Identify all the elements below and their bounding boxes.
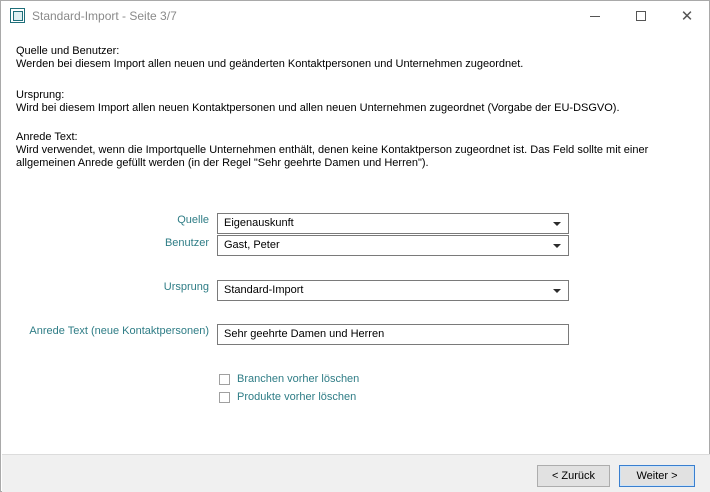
ursprung-label: Ursprung bbox=[163, 281, 209, 293]
quelle-dropdown[interactable]: Eigenauskunft bbox=[217, 213, 569, 234]
back-button[interactable]: < Zurück bbox=[537, 465, 610, 487]
produkte-checkbox-label[interactable]: Produkte vorher löschen bbox=[237, 391, 356, 403]
ursprung-description: Ursprung: Wird bei diesem Import allen n… bbox=[16, 89, 620, 115]
quelle-text: Werden bei diesem Import allen neuen und… bbox=[16, 58, 524, 70]
produkte-checkbox-row[interactable]: Produkte vorher löschen bbox=[219, 390, 356, 404]
branchen-checkbox[interactable] bbox=[219, 373, 230, 385]
anrede-description: Anrede Text: Wird verwendet, wenn die Im… bbox=[16, 131, 648, 170]
close-button[interactable]: ✕ bbox=[664, 1, 710, 31]
benutzer-label: Benutzer bbox=[164, 237, 209, 249]
quelle-description: Quelle und Benutzer: Werden bei diesem I… bbox=[16, 45, 523, 71]
ursprung-heading: Ursprung: bbox=[16, 89, 65, 101]
anrede-value: Sehr geehrte Damen und Herren bbox=[224, 328, 385, 340]
quelle-value: Eigenauskunft bbox=[224, 217, 294, 229]
window-title: Standard-Import - Seite 3/7 bbox=[32, 9, 177, 23]
close-icon: ✕ bbox=[680, 6, 694, 25]
ursprung-value: Standard-Import bbox=[224, 284, 304, 296]
ursprung-dropdown[interactable]: Standard-Import bbox=[217, 280, 569, 301]
anrede-text-line1: Wird verwendet, wenn die Importquelle Un… bbox=[16, 144, 649, 156]
chevron-down-icon bbox=[553, 289, 561, 293]
minimize-icon bbox=[590, 15, 600, 17]
ursprung-text: Wird bei diesem Import allen neuen Konta… bbox=[16, 102, 620, 114]
benutzer-dropdown[interactable]: Gast, Peter bbox=[217, 235, 569, 256]
anrede-label: Anrede Text (neue Kontaktpersonen) bbox=[29, 325, 209, 337]
minimize-button[interactable] bbox=[572, 1, 618, 31]
maximize-button[interactable] bbox=[618, 1, 664, 31]
quelle-heading: Quelle und Benutzer: bbox=[16, 45, 120, 57]
maximize-icon bbox=[636, 11, 646, 21]
anrede-heading: Anrede Text: bbox=[16, 131, 78, 143]
app-icon bbox=[10, 8, 25, 23]
next-button[interactable]: Weiter > bbox=[619, 465, 695, 487]
produkte-checkbox[interactable] bbox=[219, 391, 230, 403]
anrede-text-line2: allgemeinen Anrede gefüllt werden (in de… bbox=[16, 157, 429, 169]
quelle-label: Quelle bbox=[177, 214, 209, 226]
branchen-checkbox-row[interactable]: Branchen vorher löschen bbox=[219, 372, 359, 386]
anrede-input[interactable]: Sehr geehrte Damen und Herren bbox=[217, 324, 569, 345]
branchen-checkbox-label[interactable]: Branchen vorher löschen bbox=[237, 373, 359, 385]
benutzer-value: Gast, Peter bbox=[224, 239, 280, 251]
button-bar: < Zurück Weiter > bbox=[2, 454, 710, 492]
title-bar[interactable]: Standard-Import - Seite 3/7 ✕ bbox=[1, 1, 709, 31]
import-wizard-window: Standard-Import - Seite 3/7 ✕ Quelle und… bbox=[0, 0, 710, 492]
chevron-down-icon bbox=[553, 222, 561, 226]
chevron-down-icon bbox=[553, 244, 561, 248]
